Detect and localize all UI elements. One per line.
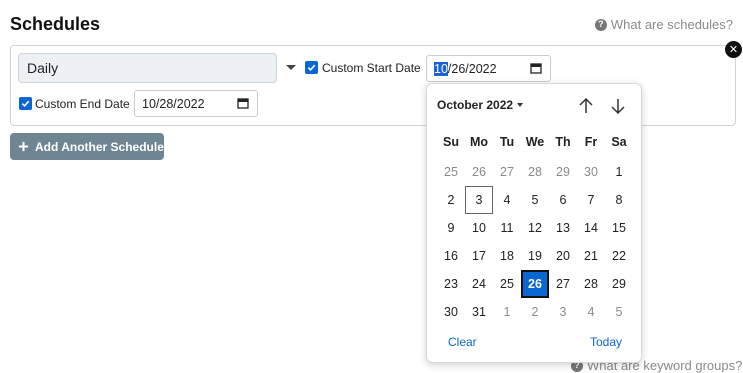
custom-start-label: Custom Start Date: [322, 61, 421, 75]
start-date-rest: /26/2022: [447, 62, 497, 76]
weekday-header: Su: [443, 135, 459, 149]
weekday-header: Th: [555, 135, 571, 149]
previous-month-button[interactable]: [576, 96, 596, 116]
plus-icon: [18, 141, 29, 152]
calendar-day[interactable]: 30: [577, 158, 605, 186]
calendar-day[interactable]: 28: [577, 270, 605, 298]
calendar-day[interactable]: 31: [465, 298, 493, 326]
remove-schedule-icon[interactable]: ✕: [725, 41, 742, 58]
arrow-up-icon: [579, 97, 593, 113]
calendar-day[interactable]: 13: [549, 214, 577, 242]
weekday-header: We: [525, 135, 545, 149]
custom-end-checkbox[interactable]: [19, 97, 32, 110]
page-title: Schedules: [10, 14, 101, 34]
calendar-day[interactable]: 27: [549, 270, 577, 298]
calendar-day[interactable]: 18: [493, 242, 521, 270]
calendar-day[interactable]: 24: [465, 270, 493, 298]
question-circle-icon: ?: [594, 18, 607, 31]
custom-start-checkbox[interactable]: [305, 61, 318, 74]
calendar-day[interactable]: 22: [605, 242, 633, 270]
start-date-month-segment[interactable]: 10: [434, 62, 448, 76]
weekday-header: Sa: [611, 135, 627, 149]
calendar-day[interactable]: 2: [521, 298, 549, 326]
calendar-day[interactable]: 1: [605, 158, 633, 186]
calendar-day[interactable]: 8: [605, 186, 633, 214]
calendar-day[interactable]: 17: [465, 242, 493, 270]
calendar-day[interactable]: 25: [493, 270, 521, 298]
calendar-day[interactable]: 7: [577, 186, 605, 214]
calendar-day[interactable]: 1: [493, 298, 521, 326]
calendar-icon[interactable]: [237, 97, 249, 109]
calendar-day[interactable]: 10: [465, 214, 493, 242]
weekday-header: Mo: [469, 135, 489, 149]
calendar-day[interactable]: 16: [437, 242, 465, 270]
calendar-day[interactable]: 5: [605, 298, 633, 326]
calendar-day[interactable]: 15: [605, 214, 633, 242]
clear-button[interactable]: Clear: [448, 335, 477, 349]
calendar-day[interactable]: 11: [493, 214, 521, 242]
calendar-day[interactable]: 12: [521, 214, 549, 242]
calendar-day[interactable]: 3: [549, 298, 577, 326]
calendar-day[interactable]: 23: [437, 270, 465, 298]
today-button[interactable]: Today: [590, 335, 622, 349]
weekday-header: Fr: [584, 135, 598, 149]
calendar-day[interactable]: 21: [577, 242, 605, 270]
calendar-day[interactable]: 4: [577, 298, 605, 326]
next-month-button[interactable]: [608, 96, 628, 116]
calendar-day[interactable]: 27: [493, 158, 521, 186]
calendar-day[interactable]: 26: [465, 158, 493, 186]
date-picker-popup: October 2022 Su Mo Tu We Th Fr Sa 25 26 27 28 29 30…: [426, 83, 642, 363]
calendar-day[interactable]: 29: [605, 270, 633, 298]
calendar-day[interactable]: 28: [521, 158, 549, 186]
calendar-day[interactable]: 2: [437, 186, 465, 214]
frequency-select[interactable]: Daily: [18, 53, 277, 83]
calendar-day[interactable]: 30: [437, 298, 465, 326]
calendar-day[interactable]: 20: [549, 242, 577, 270]
weekday-header: Tu: [499, 135, 515, 149]
calendar-icon[interactable]: [530, 62, 542, 74]
calendar-day[interactable]: 29: [549, 158, 577, 186]
calendar-day[interactable]: 25: [437, 158, 465, 186]
end-date-input[interactable]: 10/28/2022: [134, 90, 258, 117]
add-schedule-button[interactable]: Add Another Schedule: [10, 133, 164, 160]
calendar-day[interactable]: 19: [521, 242, 549, 270]
end-date-value: 10/28/2022: [142, 97, 205, 111]
add-schedule-label: Add Another Schedule: [35, 139, 164, 154]
calendar-day[interactable]: 4: [493, 186, 521, 214]
start-date-input[interactable]: 10/26/2022: [426, 55, 551, 82]
calendar-day[interactable]: 5: [521, 186, 549, 214]
calendar-day-today[interactable]: 3: [465, 186, 493, 214]
chevron-down-icon[interactable]: [286, 65, 296, 70]
arrow-down-icon: [611, 99, 625, 115]
calendar-day[interactable]: 14: [577, 214, 605, 242]
calendar-day[interactable]: 9: [437, 214, 465, 242]
schedules-help-link[interactable]: ? What are schedules?: [594, 17, 733, 32]
calendar-day[interactable]: 6: [549, 186, 577, 214]
custom-end-label: Custom End Date: [35, 97, 130, 111]
caret-down-icon: [517, 103, 524, 107]
calendar-day-selected[interactable]: 26: [521, 270, 549, 298]
schedules-help-label: What are schedules?: [610, 17, 733, 32]
month-year-dropdown[interactable]: October 2022: [437, 98, 524, 112]
month-year-label: October 2022: [437, 98, 514, 112]
